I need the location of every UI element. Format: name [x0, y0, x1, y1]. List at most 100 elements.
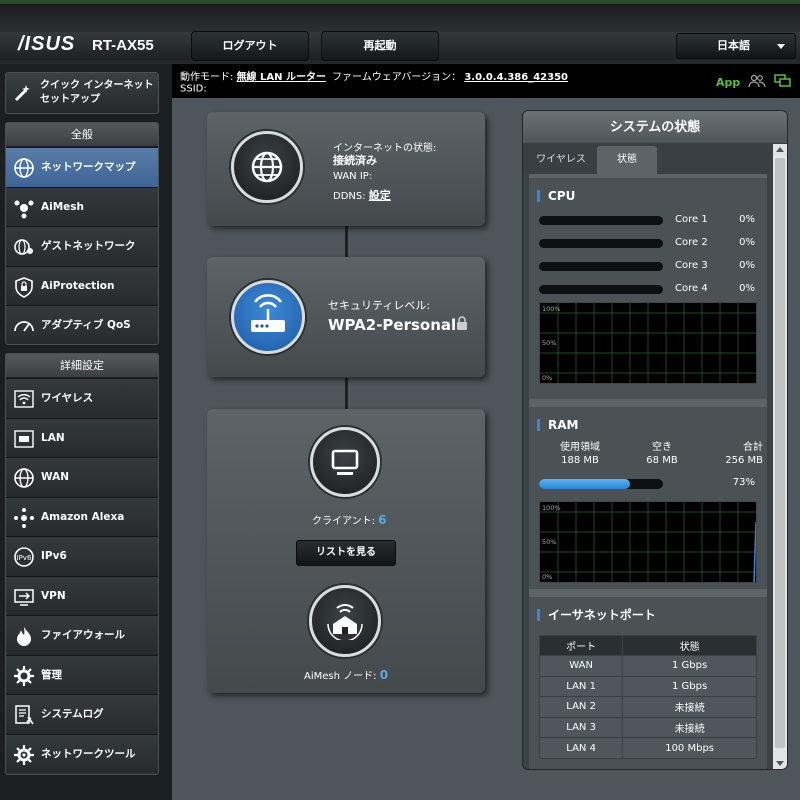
admin-gear-icon	[14, 665, 34, 686]
cpu-graph-grid	[540, 303, 756, 383]
aimesh-row: AiMesh ノード: 0	[304, 667, 388, 682]
sidebar-item-label: Amazon Alexa	[41, 510, 125, 523]
cpu-core-label: Core 2	[675, 237, 708, 248]
sidebar-item-label: AiMesh	[41, 200, 85, 213]
cpu-core-bar	[539, 285, 663, 294]
port-name: LAN 3	[538, 716, 624, 739]
sidebar-item-aimesh[interactable]: AiMesh	[6, 186, 158, 226]
view-list-button[interactable]: リストを見る	[296, 540, 396, 566]
cpu-core-value: 0%	[739, 260, 755, 271]
internet-globe-button[interactable]	[231, 131, 303, 203]
ram-used: 使用領域 188 MB	[553, 441, 607, 467]
graph-label-100: 100%	[542, 504, 561, 512]
ipv6-icon: IPv6	[14, 547, 34, 567]
table-row: LAN 11 Gbps	[538, 675, 757, 698]
wan-ip-label: WAN IP:	[333, 171, 373, 182]
language-select[interactable]: 日本語	[676, 33, 796, 59]
sidebar-item-network-map[interactable]: ネットワークマップ	[6, 147, 158, 187]
sidebar-item-wan[interactable]: WAN	[6, 457, 158, 497]
cpu-core-value: 0%	[739, 283, 755, 294]
tab-status[interactable]: 状態	[597, 146, 657, 174]
cpu-core-bar	[539, 216, 663, 225]
ddns-row: DDNS: 設定	[333, 187, 391, 203]
tools-gear-icon	[14, 744, 34, 765]
sidebar-item-label: IPv6	[41, 550, 67, 562]
reboot-button[interactable]: 再起動	[321, 31, 439, 61]
sidebar-item-lan[interactable]: LAN	[6, 417, 158, 457]
sidebar-item-label: ネットワークツール	[41, 747, 136, 760]
scroll-up-icon[interactable]	[776, 147, 784, 152]
dual-monitor-icon[interactable]	[774, 74, 792, 88]
ram-used-label: 使用領域	[560, 442, 600, 453]
ram-total-label: 合計	[743, 442, 763, 453]
tab-wireless[interactable]: ワイヤレス	[527, 146, 595, 174]
sidebar-item-label: ファイアウォール	[41, 629, 125, 641]
cpu-core-value: 0%	[739, 237, 755, 248]
cpu-usage-graph: 100% 50% 0%	[539, 302, 757, 384]
sidebar-item-wireless[interactable]: ワイヤレス	[6, 378, 158, 418]
ram-percent: 73%	[732, 477, 755, 488]
sidebar-item-firewall[interactable]: ファイアウォール	[6, 615, 158, 655]
language-value: 日本語	[717, 39, 750, 52]
firmware-link[interactable]: 3.0.0.4.386_42350	[464, 72, 568, 83]
mode-link[interactable]: 無線 LAN ルーター	[237, 72, 326, 83]
router-button[interactable]	[231, 280, 305, 354]
wand-icon	[14, 85, 30, 102]
sidebar-item-label: ネットワークマップ	[41, 161, 136, 173]
table-row: LAN 2 未接続	[538, 696, 757, 718]
general-heading: 全般	[6, 123, 158, 147]
graph-label-0: 0%	[542, 374, 553, 382]
sidebar-item-ipv6[interactable]: IPv6 IPv6	[6, 536, 158, 576]
cpu-core-label: Core 3	[675, 260, 708, 271]
scroll-thumb[interactable]	[775, 158, 785, 748]
cpu-core-bar	[539, 239, 663, 248]
sidebar-item-label: 管理	[41, 668, 62, 681]
port-status: 100 Mbps	[622, 737, 757, 759]
users-icon[interactable]	[748, 74, 766, 88]
router-model: RT-AX55	[92, 37, 154, 54]
connector-line	[345, 226, 348, 258]
sidebar-item-label: AiProtection	[41, 279, 115, 292]
sidebar-item-system-log[interactable]: システムログ	[6, 694, 158, 734]
guest-network-icon	[14, 239, 33, 255]
port-name: LAN 1	[538, 675, 624, 698]
sidebar-item-guest-network[interactable]: ゲストネットワーク	[6, 226, 158, 266]
app-link[interactable]: App	[716, 76, 740, 89]
sidebar-item-aiprotection[interactable]: AiProtection	[6, 265, 158, 305]
security-value: WPA2-Personal	[328, 316, 456, 334]
clients-count: 6	[378, 513, 387, 527]
cpu-core-bar	[539, 262, 663, 271]
graph-label-0: 0%	[542, 573, 553, 581]
logout-button[interactable]: ログアウト	[191, 31, 309, 61]
sidebar-item-network-tools[interactable]: ネットワークツール	[6, 733, 158, 773]
port-status: 1 Gbps	[622, 675, 757, 698]
svg-text:IPv6: IPv6	[17, 554, 32, 562]
port-status: 未接続	[622, 716, 757, 739]
ram-used-value: 188 MB	[561, 455, 599, 466]
ram-free-value: 68 MB	[646, 455, 678, 466]
lock-icon	[457, 316, 467, 330]
ddns-link[interactable]: 設定	[369, 189, 391, 202]
graph-label-100: 100%	[542, 305, 561, 313]
ram-total-value: 256 MB	[725, 455, 763, 466]
ethernet-block: イーサネットポート ポート 状態 WAN 1 Gbps LAN 11 Gbps L…	[529, 597, 767, 769]
port-status: 未接続	[622, 696, 757, 718]
system-panel-scrollbar[interactable]	[773, 144, 787, 769]
sidebar-item-administration[interactable]: 管理	[6, 654, 158, 694]
cpu-core-value: 0%	[739, 214, 755, 225]
sidebar-item-label: ワイヤレス	[41, 392, 94, 404]
scroll-down-icon[interactable]	[776, 761, 784, 766]
sidebar-item-vpn[interactable]: VPN	[6, 575, 158, 615]
sidebar-item-adaptive-qos[interactable]: アダプティブ QoS	[6, 305, 158, 344]
aimesh-button[interactable]	[309, 585, 381, 657]
advanced-heading: 詳細設定	[6, 354, 158, 378]
clients-button[interactable]	[310, 427, 380, 497]
quick-internet-setup-button[interactable]: クイック インターネット セットアップ	[5, 72, 159, 114]
clients-row: クライアント: 6	[312, 512, 387, 527]
sidebar-item-amazon-alexa[interactable]: Amazon Alexa	[6, 496, 158, 536]
lan-icon	[14, 429, 34, 448]
aimesh-icon	[14, 200, 34, 218]
quick-setup-label: クイック インターネット セットアップ	[40, 80, 154, 105]
ssid-value	[209, 83, 650, 94]
system-status-content: CPU Core 1 0% Core 2 0% Core 3 0% Core 4…	[529, 174, 767, 769]
